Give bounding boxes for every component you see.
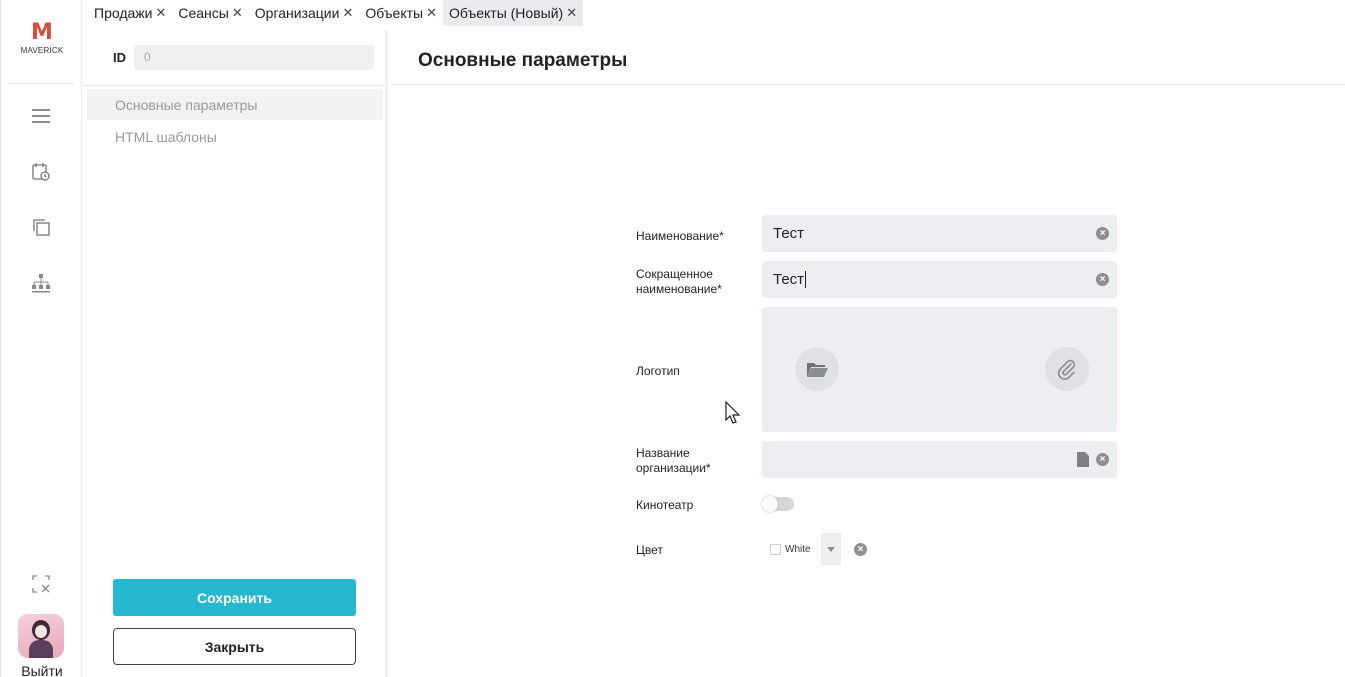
tab-label: Объекты (Новый) xyxy=(449,5,564,21)
paperclip-icon[interactable] xyxy=(1045,347,1089,391)
org-label-line2: организации* xyxy=(636,461,711,475)
cinema-toggle[interactable] xyxy=(762,496,794,512)
logo-upload-area[interactable] xyxy=(762,307,1117,432)
color-select[interactable]: White xyxy=(762,533,841,565)
tab-bar: Продажи ✕ Сеансы ✕ Организации ✕ Объекты ✕ О… xyxy=(88,0,584,26)
tab-sessions[interactable]: Сеансы ✕ xyxy=(172,0,248,26)
text-cursor xyxy=(805,271,807,288)
short-name-input[interactable]: Тест × xyxy=(762,261,1117,298)
short-name-label-line2: наименование* xyxy=(636,282,722,296)
color-label: Цвет xyxy=(636,543,663,557)
clear-icon[interactable]: × xyxy=(1096,453,1109,466)
collapse-icon[interactable] xyxy=(29,572,53,596)
tab-label: Объекты xyxy=(365,5,424,21)
id-field: 0 xyxy=(134,45,374,70)
tab-label: Организации xyxy=(254,5,340,21)
close-button[interactable]: Закрыть xyxy=(113,628,356,665)
logo-text: MAVERICK xyxy=(20,46,64,55)
org-label-line1: Название xyxy=(636,446,690,460)
clear-icon[interactable]: × xyxy=(854,543,867,556)
left-rail: M MAVERICK Выйти xyxy=(0,0,82,677)
close-icon[interactable]: ✕ xyxy=(566,5,577,21)
object-sidebar: ID 0 Основные параметры HTML шаблоны Сох… xyxy=(83,30,388,677)
short-name-label: Сокращенное наименование* xyxy=(636,267,722,297)
folder-icon[interactable] xyxy=(795,347,839,391)
main-panel: Основные параметры Наименование* Тест × … xyxy=(391,30,1345,677)
name-value: Тест xyxy=(773,225,805,242)
sidebar-item-main-params[interactable]: Основные параметры xyxy=(87,89,383,120)
calendar-clock-icon[interactable] xyxy=(29,160,53,184)
menu-icon[interactable] xyxy=(29,104,53,128)
close-icon[interactable]: ✕ xyxy=(232,5,243,21)
title-divider xyxy=(391,84,1345,85)
tab-objects[interactable]: Объекты ✕ xyxy=(359,0,443,26)
logout-link[interactable]: Выйти xyxy=(1,663,83,677)
file-icon[interactable] xyxy=(1077,452,1089,471)
avatar-body xyxy=(29,640,53,658)
toggle-knob xyxy=(762,496,778,512)
avatar-face xyxy=(35,625,47,638)
sidebar-divider xyxy=(83,85,385,86)
close-icon[interactable]: ✕ xyxy=(342,5,353,21)
mouse-pointer-icon xyxy=(725,400,741,430)
tab-objects-new[interactable]: Объекты (Новый) ✕ xyxy=(443,0,584,26)
sidebar-item-html-templates[interactable]: HTML шаблоны xyxy=(87,121,383,152)
clear-icon[interactable]: × xyxy=(1096,273,1109,286)
clear-icon[interactable]: × xyxy=(1096,227,1109,240)
tab-sales[interactable]: Продажи ✕ xyxy=(88,0,172,26)
tab-label: Продажи xyxy=(94,5,153,21)
copy-icon[interactable] xyxy=(29,215,53,239)
logo-mark: M xyxy=(31,20,53,45)
short-name-label-line1: Сокращенное xyxy=(636,267,713,281)
short-name-value: Тест xyxy=(773,271,805,288)
close-icon[interactable]: ✕ xyxy=(426,5,437,21)
color-value: White xyxy=(785,543,811,555)
page-title: Основные параметры xyxy=(418,50,628,71)
save-button[interactable]: Сохранить xyxy=(113,579,356,616)
app-logo[interactable]: M MAVERICK xyxy=(1,20,83,56)
tab-organizations[interactable]: Организации ✕ xyxy=(249,0,360,26)
logo-label: Логотип xyxy=(636,364,680,378)
name-input[interactable]: Тест × xyxy=(762,215,1117,252)
org-label: Название организации* xyxy=(636,446,711,476)
chevron-down-icon[interactable] xyxy=(821,533,841,565)
name-label: Наименование* xyxy=(636,229,724,243)
cinema-label: Кинотеатр xyxy=(636,498,694,512)
tab-label: Сеансы xyxy=(178,5,229,21)
rail-divider xyxy=(9,83,75,84)
id-label: ID xyxy=(113,50,126,65)
org-input[interactable]: × xyxy=(762,441,1117,478)
user-avatar[interactable] xyxy=(18,614,64,658)
close-icon[interactable]: ✕ xyxy=(155,5,166,21)
color-swatch xyxy=(770,543,781,555)
hierarchy-icon[interactable] xyxy=(29,271,53,295)
